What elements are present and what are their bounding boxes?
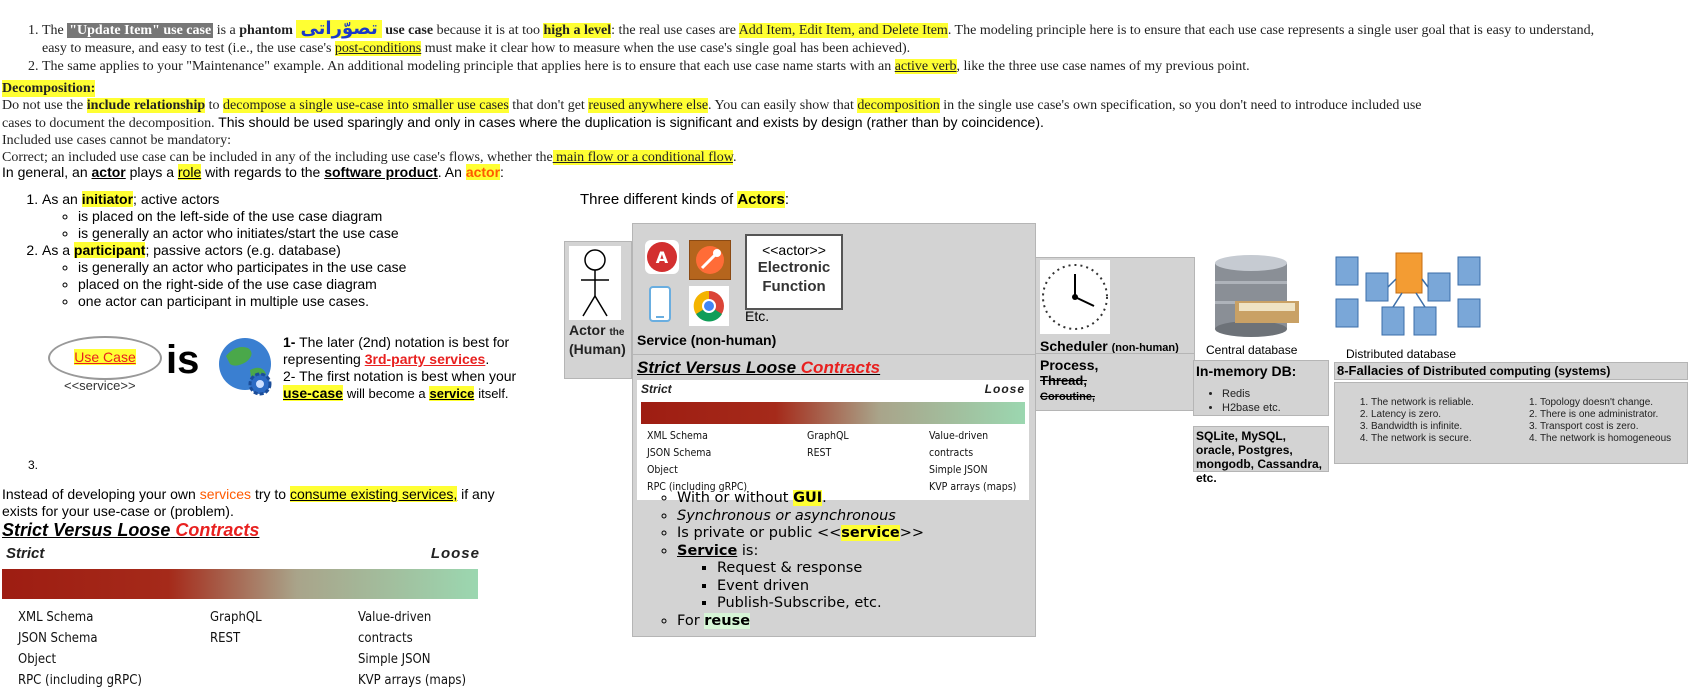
chrome-icon	[689, 286, 729, 326]
clock-icon	[1040, 260, 1110, 334]
electronic-function-box: <<actor>> Electronic Function	[745, 234, 843, 310]
service-list: With or without GUI. Synchronous or asyn…	[637, 490, 1057, 630]
service-box: A <<actor>> Electronic Function Etc. Ser…	[632, 223, 1036, 637]
fallacies-right: 1. Topology doesn't change. 2. There is …	[1529, 397, 1672, 444]
is-word: is	[166, 338, 200, 382]
process-box: Process, Thread, Coroutine,	[1035, 353, 1195, 411]
actors-intro: In general, an actor plays a role with r…	[2, 164, 504, 180]
list-item: As an initiator; active actors is placed…	[42, 191, 552, 242]
top-list: The "Update Item" use case is a phantom …	[16, 20, 1602, 76]
mobile-phone-icon	[647, 286, 673, 322]
human-actor-box: Actor the (Human)	[564, 241, 632, 379]
distributed-database-icon	[1330, 249, 1488, 341]
svg-text:A: A	[656, 248, 669, 267]
included-note: Included use cases cannot be mandatory:	[2, 133, 231, 148]
fallacies-header: 8-Fallacies of Distributed computing (sy…	[1334, 362, 1688, 380]
three-kinds-heading: Three different kinds of Actors:	[580, 191, 790, 208]
angular-icon: A	[645, 240, 679, 274]
stick-figure-icon	[581, 249, 609, 317]
actor-kinds-list: As an initiator; active actors is placed…	[16, 191, 552, 310]
item-three: 3.	[28, 458, 39, 472]
fallacies-box: The network is reliable. Latency is zero…	[1334, 382, 1688, 464]
inmemory-db-box: In-memory DB: Redis H2base etc.	[1193, 360, 1329, 416]
decomposition-heading: Decomposition:	[2, 80, 96, 97]
contracts-bottom: Strict Versus Loose Contracts Strict Loo…	[2, 520, 480, 688]
globe-service-icon	[216, 334, 274, 396]
list-item: As a participant; passive actors (e.g. d…	[42, 242, 552, 310]
list-item: The "Update Item" use case is a phantom …	[42, 20, 1602, 58]
post-conditions-link: post-conditions	[334, 41, 422, 56]
list-item: The same applies to your "Maintenance" e…	[42, 58, 1602, 76]
services-note: Instead of developing your own services …	[2, 486, 495, 519]
central-database-icon	[1195, 255, 1313, 339]
notation-notes: 1- The later (2nd) notation is best for …	[283, 334, 517, 401]
usecase-oval: Use Case	[48, 336, 162, 380]
strict-loose-gradient	[2, 569, 478, 599]
service-label: Service (non-human)	[637, 332, 777, 348]
contracts-title: Strict Versus Loose Contracts	[2, 520, 260, 540]
contracts-embedded: Strict Versus Loose Contracts Strict Loo…	[637, 358, 1029, 500]
urdu-word-image: تصوّراتی	[296, 20, 382, 38]
update-item-term: "Update Item" use case	[67, 23, 214, 38]
postman-icon	[689, 240, 731, 280]
fallacies-left: The network is reliable. Latency is zero…	[1335, 397, 1521, 445]
service-stereotype: <<service>>	[64, 378, 136, 393]
decomposition-paragraph: Do not use the include relationship to d…	[2, 98, 1422, 131]
decomposition-section: Decomposition: Do not use the include re…	[2, 80, 1502, 166]
sql-db-box: SQLite, MySQL, oracle, Postgres, mongodb…	[1193, 426, 1329, 485]
